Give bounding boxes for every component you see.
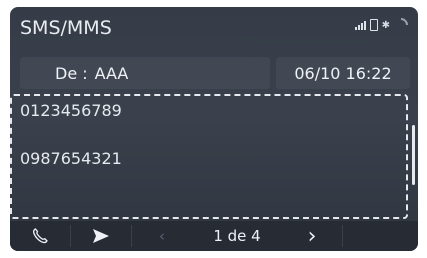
- bluetooth-icon: ✱: [381, 19, 390, 31]
- bottom-toolbar: ‹ 1 de 4 ›: [10, 221, 418, 251]
- send-icon: [93, 229, 109, 243]
- message-header: De : AAA 06/10 16:22: [20, 57, 410, 89]
- from-value: AAA: [94, 63, 129, 83]
- chevron-left-icon: ‹: [159, 227, 165, 245]
- previous-button[interactable]: ‹: [132, 221, 192, 251]
- phone-battery-icon: [369, 19, 378, 31]
- from-label: De :: [55, 63, 88, 83]
- scrollbar[interactable]: [412, 125, 415, 185]
- message-line-2: 0987654321: [20, 149, 122, 168]
- phone-icon: [32, 228, 48, 244]
- chevron-right-icon: ›: [307, 223, 317, 249]
- message-datetime: 06/10 16:22: [276, 57, 410, 89]
- message-line-1: 0123456789: [20, 101, 122, 120]
- signal-icon: [354, 20, 366, 30]
- message-body[interactable]: 0123456789 0987654321: [10, 94, 408, 219]
- call-button[interactable]: [10, 221, 70, 251]
- send-button[interactable]: [71, 221, 131, 251]
- from-field: De : AAA: [20, 57, 270, 89]
- next-button[interactable]: ›: [282, 221, 342, 251]
- empty-slot: [343, 221, 418, 251]
- wifi-icon: [391, 15, 411, 35]
- status-bar: ✱: [354, 15, 411, 35]
- page-indicator: 1 de 4: [213, 227, 261, 245]
- sms-screen: SMS/MMS ✱ De : AAA 06/10 16:22 012345678…: [10, 7, 418, 251]
- page-title: SMS/MMS: [20, 17, 112, 39]
